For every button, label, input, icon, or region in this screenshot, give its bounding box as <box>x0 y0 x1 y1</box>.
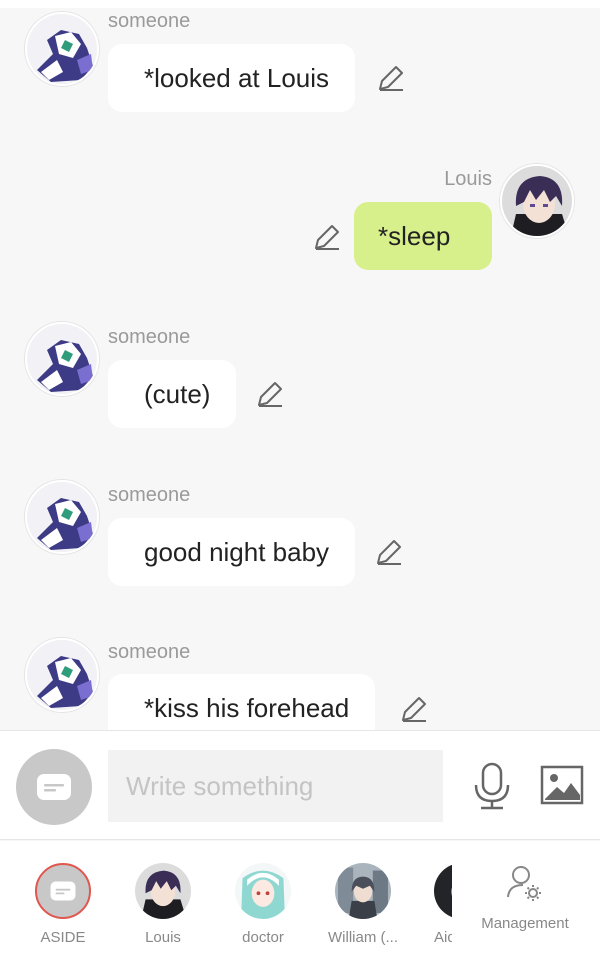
aside-tab-icon <box>35 863 91 919</box>
pencil-icon[interactable] <box>312 222 342 252</box>
tab-label: Louis <box>145 929 181 946</box>
composer-bar <box>0 730 600 840</box>
tab-aid-partial[interactable]: Aid <box>434 841 452 960</box>
sender-name: someone <box>108 641 191 663</box>
pencil-icon[interactable] <box>399 694 429 724</box>
someone-avatar[interactable] <box>25 322 99 396</box>
tab-louis[interactable]: Louis <box>118 841 208 960</box>
pencil-icon[interactable] <box>374 537 404 567</box>
sender-name: someone <box>108 10 191 32</box>
tab-label: William (... <box>328 929 398 946</box>
robot-avatar-image <box>27 482 97 552</box>
aid-tab-avatar <box>434 863 452 919</box>
aside-note-icon <box>37 774 71 800</box>
sender-name: Louis <box>444 168 492 190</box>
pencil-icon[interactable] <box>376 63 406 93</box>
sender-name: someone <box>108 484 191 506</box>
robot-avatar-image <box>27 324 97 394</box>
management-button[interactable]: Management <box>470 841 580 960</box>
microphone-icon[interactable] <box>472 761 512 811</box>
message-bubble[interactable]: *looked at Louis <box>108 44 356 112</box>
william-tab-avatar <box>335 863 391 919</box>
message-bubble-own[interactable]: *sleep <box>354 202 492 270</box>
someone-avatar[interactable] <box>25 480 99 554</box>
someone-avatar[interactable] <box>25 12 99 86</box>
tab-label: doctor <box>242 929 284 946</box>
tab-doctor[interactable]: doctor <box>218 841 308 960</box>
robot-avatar-image <box>27 640 97 710</box>
sender-name: someone <box>108 326 191 348</box>
aside-mode-button[interactable] <box>16 749 92 825</box>
pencil-icon[interactable] <box>255 379 285 409</box>
tab-aid[interactable]: Aid <box>434 841 452 960</box>
doctor-tab-avatar <box>235 863 291 919</box>
louis-tab-avatar <box>135 863 191 919</box>
louis-avatar-image <box>502 166 572 236</box>
tab-aside[interactable]: ASIDE <box>18 841 108 960</box>
aside-note-icon <box>50 881 76 901</box>
chat-area[interactable]: someone *looked at Louis Louis *sleep so… <box>0 0 600 730</box>
management-label: Management <box>481 915 569 932</box>
someone-avatar[interactable] <box>25 638 99 712</box>
message-bubble[interactable]: *kiss his forehead <box>108 674 376 730</box>
image-icon[interactable] <box>540 765 584 805</box>
tab-label: Aid <box>434 929 452 946</box>
louis-avatar[interactable] <box>500 164 574 238</box>
character-tabbar: ASIDE Louis doctor William (... Aid Mana… <box>0 841 600 960</box>
message-input[interactable] <box>108 750 443 822</box>
tab-label: ASIDE <box>40 929 86 946</box>
message-bubble[interactable]: good night baby <box>108 518 356 586</box>
message-bubble[interactable]: (cute) <box>108 360 237 428</box>
tab-william[interactable]: William (... <box>318 841 408 960</box>
user-gear-icon <box>507 866 541 901</box>
robot-avatar-image <box>27 14 97 84</box>
